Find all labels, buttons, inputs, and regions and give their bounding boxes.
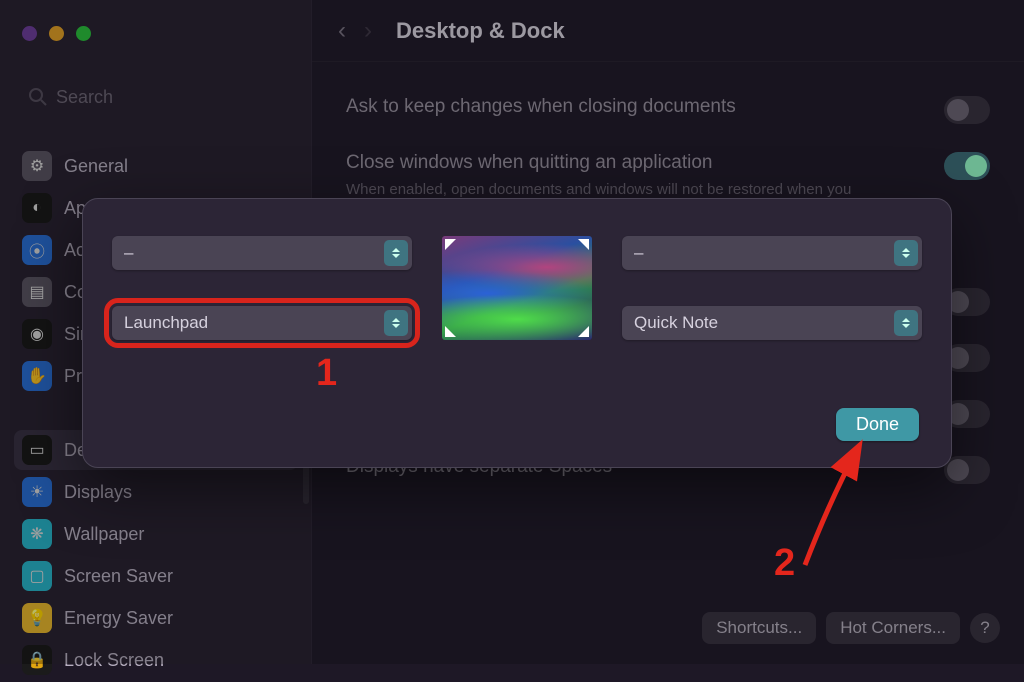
corner-indicator-icon xyxy=(578,326,589,337)
chevron-updown-icon xyxy=(894,240,918,266)
setting-label: Ask to keep changes when closing documen… xyxy=(346,96,736,118)
sidebar-item[interactable]: 🔒 Lock Screen xyxy=(14,640,298,680)
sidebar-item-icon: ⦿ xyxy=(22,235,52,265)
hot-corners-button[interactable]: Hot Corners... xyxy=(826,612,960,644)
screen-preview xyxy=(442,236,592,340)
sidebar-item-icon: ◐ xyxy=(22,193,52,223)
annotation-step-1: 1 xyxy=(316,352,337,395)
sidebar-item-icon: ✋ xyxy=(22,361,52,391)
chevron-updown-icon xyxy=(384,240,408,266)
zoom-window-button[interactable] xyxy=(76,26,91,41)
corner-indicator-icon xyxy=(578,239,589,250)
search-field[interactable]: Search xyxy=(18,78,294,116)
toggle-switch[interactable] xyxy=(944,96,990,124)
sidebar-item-icon: ❋ xyxy=(22,519,52,549)
footer-buttons: Shortcuts... Hot Corners... ? xyxy=(702,612,1000,644)
setting-row: Ask to keep changes when closing documen… xyxy=(342,82,994,138)
hot-corner-bottom-right-select[interactable]: Quick Note xyxy=(622,306,922,340)
chevron-updown-icon xyxy=(384,310,408,336)
shortcuts-button[interactable]: Shortcuts... xyxy=(702,612,816,644)
select-value: – xyxy=(634,243,643,263)
sidebar-item-icon: ☀ xyxy=(22,477,52,507)
close-window-button[interactable] xyxy=(22,26,37,41)
toggle-switch[interactable] xyxy=(944,456,990,484)
hot-corners-sheet: – – Launchpad Quick Note Done xyxy=(82,198,952,468)
sidebar-item-icon: ▭ xyxy=(22,435,52,465)
sidebar-item-label: General xyxy=(64,156,128,177)
sidebar-item[interactable]: ⚙ General xyxy=(14,146,298,186)
sidebar-item-icon: ▤ xyxy=(22,277,52,307)
sidebar-item[interactable]: ▢ Screen Saver xyxy=(14,556,298,596)
sidebar-item[interactable]: 💡 Energy Saver xyxy=(14,598,298,638)
sidebar-item-label: Screen Saver xyxy=(64,566,173,587)
sidebar-item-icon: 💡 xyxy=(22,603,52,633)
corner-indicator-icon xyxy=(445,239,456,250)
hot-corner-top-right-select[interactable]: – xyxy=(622,236,922,270)
sidebar-item-icon: 🔒 xyxy=(22,645,52,675)
hot-corner-top-left-select[interactable]: – xyxy=(112,236,412,270)
sidebar-item[interactable]: ❋ Wallpaper xyxy=(14,514,298,554)
sidebar-item[interactable]: ☀ Displays xyxy=(14,472,298,512)
sidebar-item-label: Lock Screen xyxy=(64,650,164,671)
annotation-step-2: 2 xyxy=(774,542,795,585)
setting-label: Close windows when quitting an applicati… xyxy=(346,152,851,174)
search-icon xyxy=(28,87,48,107)
toggle-switch[interactable] xyxy=(944,152,990,180)
sidebar-item-icon: ⚙ xyxy=(22,151,52,181)
sidebar-item-label: Displays xyxy=(64,482,132,503)
done-button[interactable]: Done xyxy=(836,408,919,441)
setting-subtext: When enabled, open documents and windows… xyxy=(346,180,851,200)
select-value: Launchpad xyxy=(124,313,208,333)
sidebar-item-label: Wallpaper xyxy=(64,524,144,545)
sidebar-item-icon: ◉ xyxy=(22,319,52,349)
forward-button[interactable]: › xyxy=(364,17,372,45)
chevron-updown-icon xyxy=(894,310,918,336)
search-placeholder: Search xyxy=(56,87,113,108)
hot-corner-bottom-left-select[interactable]: Launchpad xyxy=(112,306,412,340)
window-controls xyxy=(22,26,91,41)
corner-indicator-icon xyxy=(445,326,456,337)
minimize-window-button[interactable] xyxy=(49,26,64,41)
sidebar-item-icon: ▢ xyxy=(22,561,52,591)
select-value: Quick Note xyxy=(634,313,718,333)
select-value: – xyxy=(124,243,133,263)
page-title: Desktop & Dock xyxy=(396,18,565,44)
header: ‹ › Desktop & Dock xyxy=(312,0,1024,62)
back-button[interactable]: ‹ xyxy=(338,17,346,45)
sidebar-item-label: Energy Saver xyxy=(64,608,173,629)
help-button[interactable]: ? xyxy=(970,613,1000,643)
